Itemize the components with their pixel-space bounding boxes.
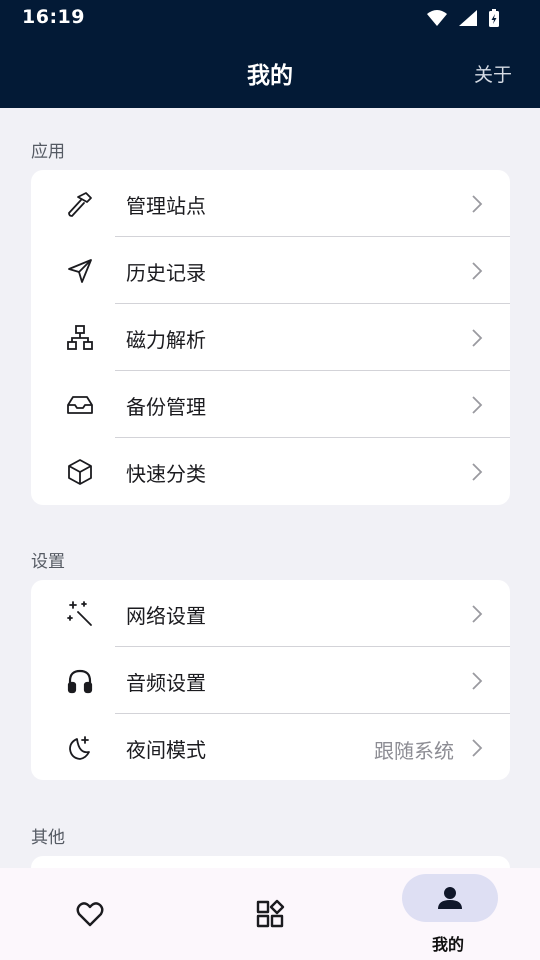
status-bar: 16:19	[0, 0, 540, 34]
row-label: 磁力解析	[126, 328, 206, 352]
chevron-right-icon	[472, 739, 483, 757]
section-title-app: 应用	[31, 142, 65, 162]
other-card	[31, 856, 510, 868]
app-card: 管理站点 历史记录 磁力解析 备份管理 快速分类	[31, 170, 510, 505]
person-icon	[438, 887, 462, 909]
row-label: 夜间模式	[126, 738, 206, 762]
row-label: 管理站点	[126, 194, 206, 218]
nav-categories[interactable]	[180, 868, 360, 960]
settings-list[interactable]: 应用 管理站点 历史记录 磁力解析 备份管理 快速分类 设置 网络设置 音频设置…	[0, 108, 540, 868]
about-button[interactable]: 关于	[474, 60, 512, 87]
chevron-right-icon	[472, 262, 483, 280]
chevron-right-icon	[472, 463, 483, 481]
row-audio-settings[interactable]: 音频设置	[31, 647, 510, 714]
settings-card: 网络设置 音频设置 夜间模式 跟随系统	[31, 580, 510, 780]
chevron-right-icon	[472, 672, 483, 690]
wifi-icon	[427, 10, 447, 26]
status-icons	[426, 8, 500, 28]
section-title-settings: 设置	[31, 552, 65, 572]
nav-label-text: 我的	[432, 935, 465, 954]
heart-icon	[76, 902, 104, 927]
chevron-right-icon	[472, 329, 483, 347]
page-title: 我的	[247, 63, 293, 89]
row-label: 备份管理	[126, 395, 206, 419]
moon-stars-icon	[65, 733, 95, 763]
row-label: 历史记录	[126, 261, 206, 285]
row-label: 音频设置	[126, 671, 206, 695]
status-time: 16:19	[22, 6, 85, 28]
hammer-icon	[65, 189, 95, 219]
app-bar: 我的 关于	[0, 34, 540, 108]
row-quick-category[interactable]: 快速分类	[31, 438, 510, 505]
row-night-mode[interactable]: 夜间模式 跟随系统	[31, 714, 510, 780]
headphones-icon	[65, 666, 95, 696]
row-label: 网络设置	[126, 604, 206, 628]
cube-icon	[65, 457, 95, 487]
chevron-right-icon	[472, 195, 483, 213]
nav-favorites[interactable]	[0, 868, 180, 960]
section-title-other: 其他	[31, 828, 65, 848]
row-label: 快速分类	[126, 462, 206, 486]
inbox-icon	[65, 390, 95, 420]
chevron-right-icon	[472, 396, 483, 414]
signal-icon	[459, 10, 477, 26]
row-manage-sites[interactable]: 管理站点	[31, 170, 510, 237]
night-mode-value: 跟随系统	[374, 739, 454, 763]
sitemap-icon	[65, 323, 95, 353]
chevron-right-icon	[472, 605, 483, 623]
grid-icon	[256, 899, 285, 928]
bottom-nav: 我的	[0, 868, 540, 960]
row-network-settings[interactable]: 网络设置	[31, 580, 510, 647]
magic-wand-icon	[65, 599, 95, 629]
battery-icon	[489, 9, 499, 27]
row-magnet-parse[interactable]: 磁力解析	[31, 304, 510, 371]
send-icon	[65, 256, 95, 286]
row-backup[interactable]: 备份管理	[31, 371, 510, 438]
row-history[interactable]: 历史记录	[31, 237, 510, 304]
